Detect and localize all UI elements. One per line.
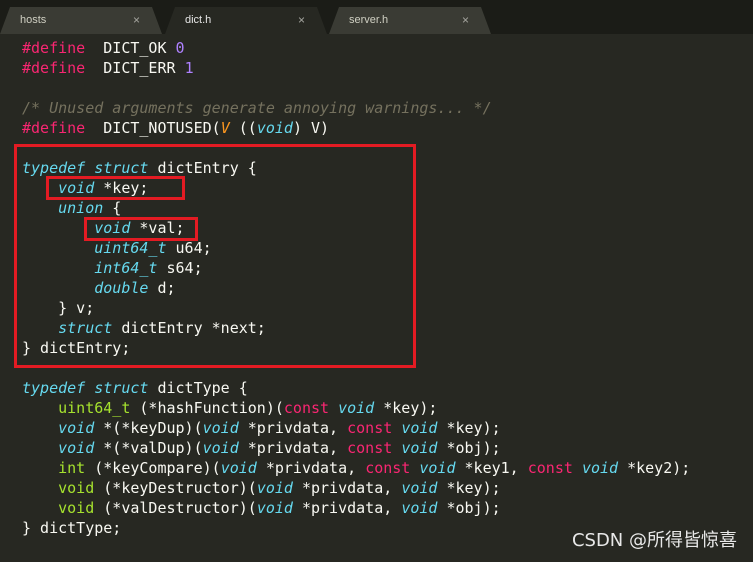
code-token: ((	[229, 119, 257, 137]
code-token: void	[401, 479, 438, 497]
code-token: *privdata,	[256, 459, 366, 477]
code-token: *obj);	[437, 439, 501, 457]
code-token: void	[58, 499, 95, 517]
code-token: #define	[22, 119, 86, 137]
code-token: *(*valDup)(	[94, 439, 203, 457]
code-token: void	[401, 439, 438, 457]
code-token: *obj);	[437, 499, 501, 517]
code-token: const	[527, 459, 573, 477]
code-token: const	[283, 399, 330, 417]
code-token: *key);	[437, 419, 501, 437]
code-line: int (*keyCompare)(void *privdata, const …	[22, 458, 690, 478]
code-token: (*hashFunction)(	[130, 399, 284, 417]
code-token: DICT_NOTUSED(	[85, 119, 221, 137]
code-token: void	[338, 399, 375, 417]
code-token: struct	[94, 379, 149, 397]
code-token: void	[58, 439, 95, 457]
code-token: typedef	[22, 379, 86, 397]
code-token: void	[419, 459, 456, 477]
code-token: *privdata,	[292, 499, 402, 517]
code-token: *(*keyDup)(	[94, 419, 203, 437]
code-token: void	[58, 479, 95, 497]
editor-gutter	[0, 34, 6, 562]
tab-label: hosts	[20, 14, 47, 26]
code-token: *privdata,	[292, 479, 402, 497]
code-token: void	[220, 459, 257, 477]
code-token: *key);	[374, 399, 438, 417]
code-token: /* Unused arguments generate annoying wa…	[22, 99, 492, 117]
tab-dict-h[interactable]: dict.h ×	[165, 7, 327, 34]
code-token: V	[220, 119, 230, 137]
code-line: void *(*keyDup)(void *privdata, const vo…	[22, 418, 690, 438]
watermark: CSDN @所得皆惊喜	[571, 530, 737, 551]
code-line: typedef struct dictType {	[22, 378, 690, 398]
code-line: void *(*valDup)(void *privdata, const vo…	[22, 438, 690, 458]
code-token: const	[347, 439, 393, 457]
tab-label: dict.h	[185, 14, 212, 26]
code-token: *key2);	[618, 459, 691, 477]
code-token: const	[365, 459, 411, 477]
code-token: *key1,	[455, 459, 528, 477]
code-token: const	[347, 419, 393, 437]
code-token: #define	[22, 39, 86, 57]
code-token: void	[581, 459, 619, 477]
tab-hosts[interactable]: hosts ×	[0, 7, 162, 34]
code-token: DICT_ERR	[85, 59, 185, 77]
code-token: (*keyCompare)(	[85, 459, 221, 477]
code-token: 1	[184, 59, 194, 77]
code-token: void	[256, 479, 293, 497]
code-token: dictType {	[148, 379, 248, 397]
code-token: void	[202, 439, 239, 457]
code-token: void	[256, 499, 293, 517]
code-token: #define	[22, 59, 86, 77]
code-line: void (*keyDestructor)(void *privdata, vo…	[22, 478, 690, 498]
close-icon[interactable]: ×	[298, 13, 305, 27]
code-token: } dictType;	[22, 519, 122, 537]
code-token: void	[256, 119, 293, 137]
code-token: void	[202, 419, 239, 437]
code-token: *key);	[437, 479, 501, 497]
code-line: /* Unused arguments generate annoying wa…	[22, 98, 690, 118]
highlight-box-key	[46, 176, 185, 200]
code-line: #define DICT_NOTUSED(V ((void) V)	[22, 118, 690, 138]
code-token: void	[401, 499, 438, 517]
code-token: void	[401, 419, 438, 437]
code-token: *privdata,	[238, 419, 348, 437]
code-token: (*keyDestructor)(	[94, 479, 257, 497]
code-line: #define DICT_ERR 1	[22, 58, 690, 78]
code-token: void	[58, 419, 95, 437]
code-token: uint64_t	[58, 399, 131, 417]
close-icon[interactable]: ×	[462, 13, 469, 27]
close-icon[interactable]: ×	[133, 13, 140, 27]
tab-label: server.h	[349, 14, 389, 26]
highlight-box-val	[84, 217, 198, 241]
code-line: void (*valDestructor)(void *privdata, vo…	[22, 498, 690, 518]
tab-bar: hosts × dict.h × server.h ×	[0, 0, 753, 34]
tab-server-h[interactable]: server.h ×	[329, 7, 491, 34]
code-token: int	[58, 459, 86, 477]
code-line: #define DICT_OK 0	[22, 38, 690, 58]
code-token: *privdata,	[238, 439, 348, 457]
code-line: uint64_t (*hashFunction)(const void *key…	[22, 398, 690, 418]
code-token: ) V)	[292, 119, 330, 137]
code-token: DICT_OK	[85, 39, 176, 57]
code-token: (*valDestructor)(	[94, 499, 257, 517]
code-token: 0	[175, 39, 185, 57]
